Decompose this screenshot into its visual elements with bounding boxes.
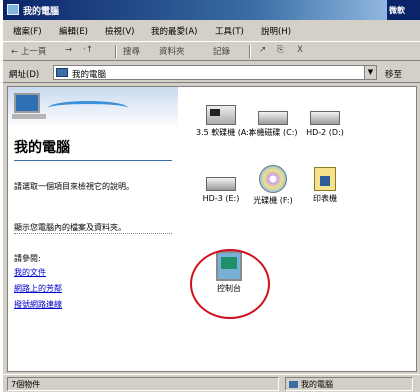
icon-drive-d[interactable]: HD-2 (D:) bbox=[300, 105, 350, 138]
icon-drive-e[interactable]: HD-3 (E:) bbox=[196, 171, 246, 204]
menu-favorites[interactable]: 我的最愛(A) bbox=[151, 25, 197, 37]
floppy-drive-icon bbox=[206, 105, 236, 125]
move-to-button[interactable]: ↗ bbox=[259, 45, 266, 55]
link-my-documents[interactable]: 我的文件 bbox=[14, 267, 46, 278]
status-bar: 7個物件 我的電腦 bbox=[3, 374, 420, 392]
computer-icon bbox=[289, 381, 298, 388]
computer-icon bbox=[7, 4, 19, 15]
folder-icon bbox=[314, 167, 336, 191]
delete-button[interactable]: X bbox=[297, 45, 303, 55]
address-label: 網址(D) bbox=[9, 70, 40, 80]
divider bbox=[14, 160, 172, 161]
go-button[interactable]: 移至 bbox=[385, 68, 402, 80]
status-location-text: 我的電腦 bbox=[301, 380, 333, 389]
highlight-circle bbox=[190, 249, 270, 319]
info-pane: 我的電腦 請選取一個項目來檢視它的說明。 顯示您電腦內的檔案及資料夾。 請參閱:… bbox=[8, 87, 178, 371]
menu-help[interactable]: 說明(H) bbox=[261, 25, 291, 37]
address-input[interactable]: 我的電腦 ▼ bbox=[53, 65, 377, 80]
icon-printers[interactable]: 印表機 bbox=[300, 167, 350, 204]
icon-drive-c[interactable]: 本機磁碟 (C:) bbox=[248, 105, 298, 138]
windows-logo: 微軟 bbox=[387, 0, 420, 20]
see-also-label: 請參閱: bbox=[14, 254, 41, 263]
window-title: 我的電腦 bbox=[23, 7, 60, 17]
chevron-down-icon[interactable]: ▼ bbox=[364, 66, 376, 79]
menu-view[interactable]: 檢視(V) bbox=[105, 25, 134, 37]
icon-cd-f[interactable]: 光碟機 (F:) bbox=[248, 165, 298, 206]
address-value: 我的電腦 bbox=[72, 70, 107, 80]
address-bar: 網址(D) 我的電腦 ▼ 移至 bbox=[3, 63, 420, 83]
up-button[interactable]: ·↑ bbox=[83, 45, 93, 55]
pane-title: 我的電腦 bbox=[14, 140, 70, 156]
menu-bar: 檔案(F) 編輯(E) 檢視(V) 我的最愛(A) 工具(T) 說明(H) bbox=[3, 22, 420, 39]
content-area: 我的電腦 請選取一個項目來檢視它的說明。 顯示您電腦內的檔案及資料夾。 請參閱:… bbox=[7, 86, 417, 372]
menu-tools[interactable]: 工具(T) bbox=[215, 25, 244, 37]
monitor-icon bbox=[14, 93, 40, 113]
search-button[interactable]: 搜尋 bbox=[123, 45, 140, 57]
computer-banner-image bbox=[8, 87, 178, 127]
menu-edit[interactable]: 編輯(E) bbox=[59, 25, 88, 37]
hard-drive-icon bbox=[258, 111, 288, 125]
computer-icon bbox=[56, 68, 68, 77]
toolbar-separator bbox=[115, 45, 117, 58]
forward-button[interactable]: → bbox=[65, 45, 72, 55]
history-button[interactable]: 記錄 bbox=[213, 45, 230, 57]
explorer-window: 我的電腦 微軟 檔案(F) 編輯(E) 檢視(V) 我的最愛(A) 工具(T) … bbox=[2, 0, 420, 392]
link-dialup-networking[interactable]: 撥號網路連線 bbox=[14, 299, 62, 310]
copy-to-button[interactable]: ⎘ bbox=[277, 45, 284, 55]
hard-drive-icon bbox=[206, 177, 236, 191]
folders-button[interactable]: 資料夾 bbox=[159, 45, 185, 57]
status-location: 我的電腦 bbox=[285, 377, 413, 391]
toolbar: ← 上一頁 → ·↑ 搜尋 資料夾 記錄 ↗ ⎘ X bbox=[3, 41, 420, 61]
icon-floppy-a[interactable]: 3.5 軟碟機 (A:) bbox=[196, 105, 252, 138]
title-bar[interactable]: 我的電腦 微軟 bbox=[3, 0, 420, 20]
pane-hint: 顯示您電腦內的檔案及資料夾。 bbox=[14, 222, 172, 234]
toolbar-separator bbox=[249, 45, 251, 58]
back-button[interactable]: ← 上一頁 bbox=[11, 45, 46, 57]
hard-drive-icon bbox=[310, 111, 340, 125]
cd-drive-icon bbox=[259, 165, 287, 193]
link-network-places[interactable]: 網路上的芳鄰 bbox=[14, 283, 62, 294]
menu-file[interactable]: 檔案(F) bbox=[13, 25, 42, 37]
status-object-count: 7個物件 bbox=[7, 377, 279, 391]
pane-description: 請選取一個項目來檢視它的說明。 bbox=[14, 182, 134, 191]
